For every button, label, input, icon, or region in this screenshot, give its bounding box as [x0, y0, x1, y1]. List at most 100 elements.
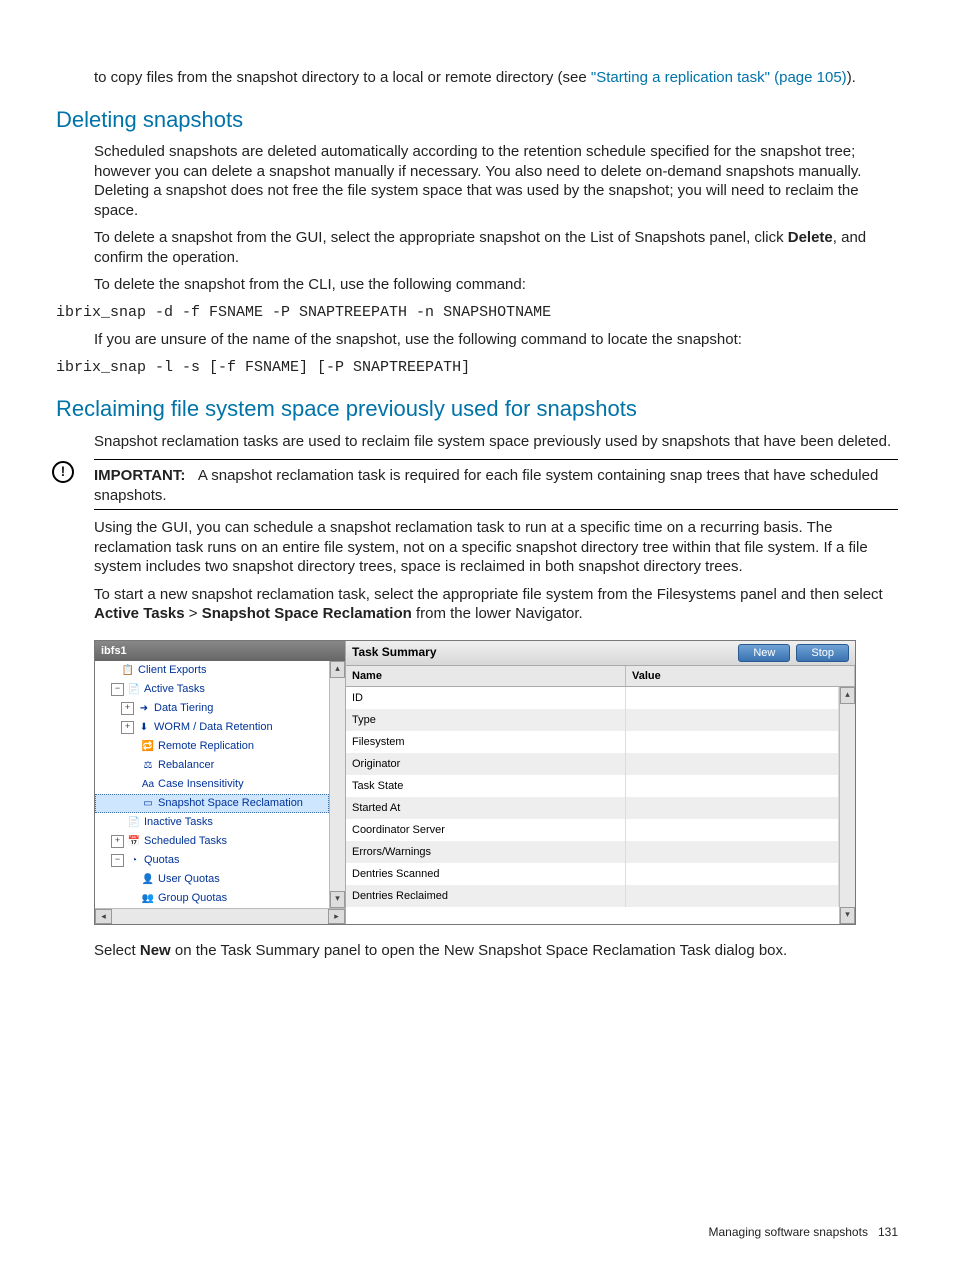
tree-horiz-scrollbar[interactable]: ◂ ▸	[95, 908, 345, 924]
table-row[interactable]: Filesystem	[346, 731, 839, 753]
cell-value	[626, 687, 839, 709]
scroll-track-h[interactable]	[112, 909, 328, 924]
tree-vert-scrollbar[interactable]: ▴ ▾	[329, 661, 345, 908]
tree-item-snapshot-space-reclamation[interactable]: ▭Snapshot Space Reclamation	[95, 794, 329, 813]
tree-item-label: Active Tasks	[144, 682, 205, 696]
grid-scroll-down-button[interactable]: ▾	[840, 907, 855, 924]
table-row[interactable]: Task State	[346, 775, 839, 797]
cell-name: Originator	[346, 753, 626, 775]
stop-button[interactable]: Stop	[796, 644, 849, 662]
rec-p1: Snapshot reclamation tasks are used to r…	[94, 432, 898, 452]
table-row[interactable]: Started At	[346, 797, 839, 819]
cell-value	[626, 797, 839, 819]
tree-item-rebalancer[interactable]: ⚖Rebalancer	[95, 756, 329, 775]
after-a: Select	[94, 942, 140, 959]
page-number: 131	[878, 1225, 898, 1239]
tree-item-case-insensitivity[interactable]: AaCase Insensitivity	[95, 775, 329, 794]
tree-toggle-icon[interactable]: +	[121, 702, 134, 715]
page: to copy files from the snapshot director…	[0, 0, 954, 1271]
rec-p3c: >	[185, 605, 202, 622]
cell-name: Filesystem	[346, 731, 626, 753]
grid-rows: IDTypeFilesystemOriginatorTask StateStar…	[346, 687, 839, 924]
grid-scroll-track[interactable]	[840, 704, 855, 907]
tree-node-icon: ◔	[127, 853, 141, 867]
del-p4: If you are unsure of the name of the sna…	[94, 330, 898, 350]
task-summary-panel: Task Summary New Stop Name Value IDTypeF…	[346, 641, 855, 924]
tree-item-label: Remote Replication	[158, 739, 254, 753]
del-p2a: To delete a snapshot from the GUI, selec…	[94, 229, 788, 246]
grid-vert-scrollbar[interactable]: ▴ ▾	[839, 687, 855, 924]
after-c: on the Task Summary panel to open the Ne…	[171, 942, 787, 959]
task-summary-header: Task Summary New Stop	[346, 641, 855, 666]
navigator-panel: ibfs1 📋Client Exports−📄Active Tasks+➜Dat…	[95, 641, 346, 924]
tree-node-icon: 👤	[141, 872, 155, 886]
table-row[interactable]: Type	[346, 709, 839, 731]
cell-value	[626, 841, 839, 863]
tree-item-client-exports[interactable]: 📋Client Exports	[95, 661, 329, 680]
table-row[interactable]: Errors/Warnings	[346, 841, 839, 863]
snapshot-space-bold: Snapshot Space Reclamation	[202, 605, 412, 622]
tree-item-quotas[interactable]: −◔Quotas	[95, 851, 329, 870]
tree-toggle-icon[interactable]: +	[121, 721, 134, 734]
tree-item-inactive-tasks[interactable]: 📄Inactive Tasks	[95, 813, 329, 832]
rule-top	[94, 459, 898, 460]
grid-header: Name Value	[346, 666, 855, 687]
scroll-track[interactable]	[330, 678, 345, 891]
cell-name: Dentries Scanned	[346, 863, 626, 885]
tree-toggle-icon[interactable]: −	[111, 683, 124, 696]
cell-name: ID	[346, 687, 626, 709]
tree-node-icon: ⬇	[137, 720, 151, 734]
table-row[interactable]: Dentries Scanned	[346, 863, 839, 885]
grid-scroll-up-button[interactable]: ▴	[840, 687, 855, 704]
tree-item-active-tasks[interactable]: −📄Active Tasks	[95, 680, 329, 699]
tree-node-icon: 📄	[127, 682, 141, 696]
rec-p2: Using the GUI, you can schedule a snapsh…	[94, 518, 898, 577]
replication-link[interactable]: "Starting a replication task" (page 105)	[591, 69, 847, 86]
tree-item-remote-replication[interactable]: 🔁Remote Replication	[95, 737, 329, 756]
scroll-left-button[interactable]: ◂	[95, 909, 112, 924]
tree-node-icon: Aa	[141, 777, 155, 791]
new-button[interactable]: New	[738, 644, 790, 662]
code-snap-list: ibrix_snap -l -s [-f FSNAME] [-P SNAPTRE…	[56, 358, 898, 378]
tree-item-label: Case Insensitivity	[158, 777, 244, 791]
tree-toggle-icon[interactable]: −	[111, 854, 124, 867]
scroll-down-button[interactable]: ▾	[330, 891, 345, 908]
table-row[interactable]: Coordinator Server	[346, 819, 839, 841]
tree-item-user-quotas[interactable]: 👤User Quotas	[95, 870, 329, 889]
cell-value	[626, 885, 839, 907]
new-bold: New	[140, 942, 171, 959]
tree-item-data-tiering[interactable]: +➜Data Tiering	[95, 699, 329, 718]
gui-screenshot: ibfs1 📋Client Exports−📄Active Tasks+➜Dat…	[94, 640, 856, 925]
tree-toggle-icon[interactable]: +	[111, 835, 124, 848]
footer-text: Managing software snapshots	[709, 1225, 868, 1239]
task-summary-title: Task Summary	[352, 645, 732, 661]
table-row[interactable]: Dentries Reclaimed	[346, 885, 839, 907]
tree-item-worm-data-retention[interactable]: +⬇WORM / Data Retention	[95, 718, 329, 737]
tree-item-label: Scheduled Tasks	[144, 834, 227, 848]
important-block: ! IMPORTANT: A snapshot reclamation task…	[94, 459, 898, 510]
table-row[interactable]: ID	[346, 687, 839, 709]
tree-item-label: Client Exports	[138, 663, 206, 677]
navigator-tree[interactable]: 📋Client Exports−📄Active Tasks+➜Data Tier…	[95, 661, 329, 908]
scroll-right-button[interactable]: ▸	[328, 909, 345, 924]
intro-text: to copy files from the snapshot director…	[94, 69, 591, 86]
tree-item-label: User Quotas	[158, 872, 220, 886]
navigator-title: ibfs1	[95, 641, 345, 661]
cell-name: Started At	[346, 797, 626, 819]
table-row[interactable]: Originator	[346, 753, 839, 775]
tree-node-icon: 🔁	[141, 739, 155, 753]
tree-item-label: WORM / Data Retention	[154, 720, 273, 734]
del-p3: To delete the snapshot from the CLI, use…	[94, 275, 898, 295]
tree-item-label: Group Quotas	[158, 891, 227, 905]
tree-item-label: Inactive Tasks	[144, 815, 213, 829]
tree-item-scheduled-tasks[interactable]: +📅Scheduled Tasks	[95, 832, 329, 851]
col-value[interactable]: Value	[626, 666, 855, 686]
col-name[interactable]: Name	[346, 666, 626, 686]
tree-node-icon: 👥	[141, 891, 155, 905]
tree-node-icon: 📋	[121, 663, 135, 677]
tree-item-group-quotas[interactable]: 👥Group Quotas	[95, 889, 329, 908]
tree-item-label: Data Tiering	[154, 701, 213, 715]
rule-bottom	[94, 509, 898, 510]
cell-value	[626, 775, 839, 797]
scroll-up-button[interactable]: ▴	[330, 661, 345, 678]
